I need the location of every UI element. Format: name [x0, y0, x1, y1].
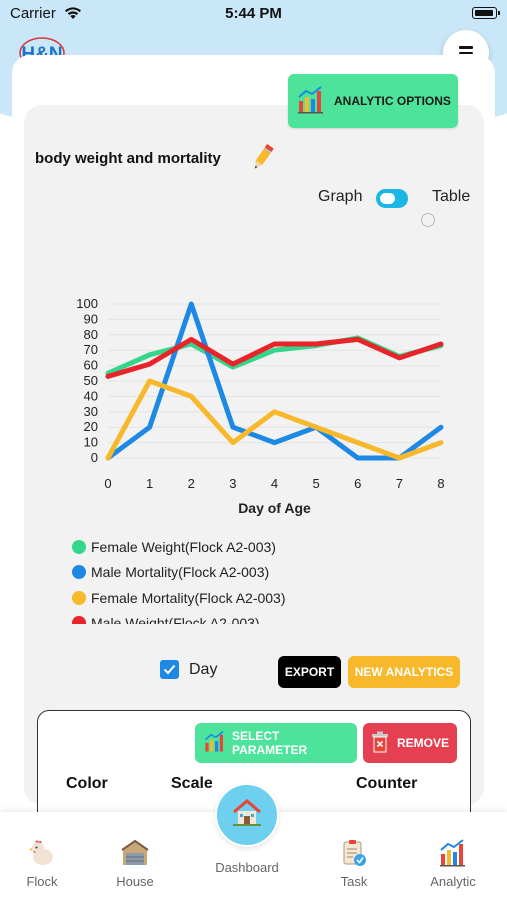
y-tick-label: 90	[84, 311, 98, 326]
select-parameter-button[interactable]: SELECT PARAMETER	[195, 723, 357, 763]
x-tick-label: 4	[271, 476, 278, 491]
graph-table-toggle[interactable]	[376, 189, 408, 208]
legend-item: Female Mortality(Flock A2-003)	[72, 585, 372, 611]
export-button[interactable]: EXPORT	[278, 656, 341, 688]
y-tick-label: 40	[84, 388, 98, 403]
counter-column-header: Counter	[356, 775, 418, 792]
y-tick-label: 20	[84, 419, 98, 434]
x-tick-label: 8	[437, 476, 444, 491]
x-tick-label: 2	[188, 476, 195, 491]
color-column-header: Color	[66, 775, 108, 792]
analysis-title: body weight and mortality	[35, 150, 221, 167]
y-tick-label: 60	[84, 358, 98, 373]
select-parameter-label: SELECT PARAMETER	[232, 729, 308, 757]
remove-label: REMOVE	[397, 736, 450, 750]
series-line	[105, 336, 444, 379]
status-bar: Carrier 5:44 PM	[0, 0, 507, 30]
tab-flock-label: Flock	[26, 874, 58, 889]
analytic-options-label: ANALYTIC OPTIONS	[334, 94, 451, 108]
scale-column-header: Scale	[171, 775, 213, 792]
x-tick-label: 3	[229, 476, 236, 491]
chicken-icon	[27, 838, 57, 868]
y-tick-label: 10	[84, 435, 98, 450]
analytic-options-button[interactable]: ANALYTIC OPTIONS	[288, 74, 458, 128]
legend-label: Male Mortality(Flock A2-003)	[91, 564, 270, 581]
battery-icon	[472, 7, 500, 19]
legend-item: Female Weight(Flock A2-003)	[72, 534, 372, 560]
table-radio[interactable]	[421, 213, 435, 227]
trash-icon	[371, 731, 389, 756]
legend-label: Female Mortality(Flock A2-003)	[91, 589, 286, 606]
bar-chart-icon	[438, 838, 468, 868]
tab-house[interactable]: House	[105, 812, 165, 900]
legend-item: Male Mortality(Flock A2-003)	[72, 560, 372, 586]
legend-color-dot	[72, 590, 86, 605]
menu-icon-bar	[459, 51, 473, 55]
new-analytics-button[interactable]: NEW ANALYTICS	[348, 656, 460, 688]
tab-dashboard-label[interactable]: Dashboard	[197, 860, 297, 875]
legend-label: Female Weight(Flock A2-003)	[91, 538, 276, 555]
bar-chart-icon	[203, 730, 227, 757]
table-view-label: Table	[432, 188, 471, 205]
x-tick-label: 1	[146, 476, 153, 491]
clock-time: 5:44 PM	[225, 5, 282, 22]
x-tick-label: 0	[104, 476, 111, 491]
x-axis-label: Day of Age	[238, 500, 311, 516]
analytics-screen: Carrier 5:44 PM H&N	[0, 0, 507, 900]
legend-item: Male Weight(Flock A2-003)	[72, 611, 372, 624]
tab-flock[interactable]: Flock	[12, 812, 72, 900]
tab-house-label: House	[116, 874, 154, 889]
home-icon	[230, 796, 264, 835]
legend-color-dot	[72, 565, 86, 580]
y-tick-label: 100	[76, 296, 98, 311]
graph-view-label: Graph	[318, 188, 363, 205]
chart-legend: Female Weight(Flock A2-003) Male Mortalit…	[72, 534, 372, 624]
bar-chart-icon	[296, 85, 326, 118]
series-line	[105, 378, 444, 461]
tab-analytic[interactable]: Analytic	[420, 812, 486, 900]
y-tick-label: 50	[84, 373, 98, 388]
clipboard-check-icon	[339, 838, 369, 868]
x-tick-label: 6	[354, 476, 361, 491]
y-tick-label: 70	[84, 342, 98, 357]
pencil-edit-icon[interactable]	[250, 142, 276, 177]
barn-icon	[120, 838, 150, 868]
line-chart: 01020304050607080901000 1 2 3 4 5 6 7 8Day of Ag…	[76, 296, 444, 516]
tab-dashboard[interactable]	[215, 783, 279, 847]
tab-task[interactable]: Task	[322, 812, 386, 900]
x-tick-label: 7	[396, 476, 403, 491]
x-tick-label: 5	[313, 476, 320, 491]
legend-color-dot	[72, 539, 86, 554]
day-checkbox[interactable]	[160, 660, 179, 679]
legend-label: Male Weight(Flock A2-003)	[91, 615, 260, 624]
y-tick-label: 80	[84, 327, 98, 342]
y-tick-label: 0	[91, 450, 98, 465]
tab-task-label: Task	[340, 874, 368, 889]
remove-button[interactable]: REMOVE	[363, 723, 457, 763]
y-tick-label: 30	[84, 404, 98, 419]
tab-analytic-label: Analytic	[430, 874, 476, 889]
menu-icon-bar	[459, 46, 473, 49]
legend-color-dot	[72, 616, 86, 624]
day-label: Day	[189, 661, 218, 678]
